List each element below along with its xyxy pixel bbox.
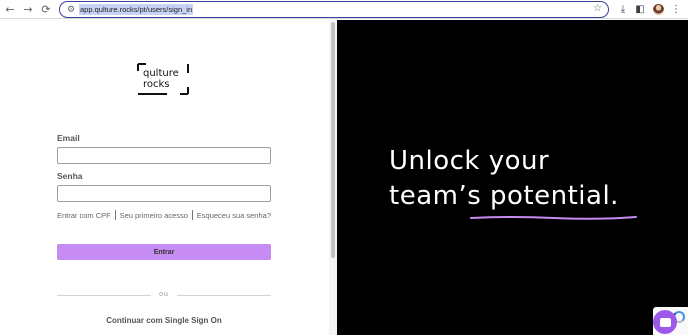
sso-button[interactable]: Continuar com Single Sign On	[57, 316, 271, 325]
hero-line-2: team’s potential.	[389, 181, 619, 211]
auth-links: Entrar com CPF Seu primeiro acesso Esque…	[57, 210, 271, 220]
hero-underline-decoration	[470, 216, 637, 220]
email-field[interactable]	[57, 147, 271, 164]
side-panel-icon[interactable]: ◧	[632, 0, 648, 19]
email-label: Email	[57, 133, 80, 143]
forgot-password-link[interactable]: Esqueceu sua senha?	[197, 211, 271, 220]
url-text[interactable]: app.qulture.rocks/pt/users/sign_in	[79, 4, 194, 15]
divider-left	[57, 295, 151, 296]
bookmark-star-icon[interactable]: ☆	[593, 3, 602, 14]
profile-avatar[interactable]	[653, 4, 664, 15]
site-settings-icon[interactable]: ⚙	[63, 5, 79, 15]
hero-panel: Unlock your team’s potential.	[337, 20, 688, 335]
scrollbar-thumb[interactable]	[331, 22, 335, 258]
download-icon[interactable]: ⤓	[615, 0, 631, 19]
menu-kebab-icon[interactable]: ⋮	[668, 0, 684, 19]
cpf-login-link[interactable]: Entrar com CPF	[57, 211, 111, 220]
first-access-link[interactable]: Seu primeiro acesso	[120, 211, 188, 220]
address-bar[interactable]: ⚙ app.qulture.rocks/pt/users/sign_in ☆	[59, 1, 609, 18]
link-divider	[191, 210, 193, 220]
chat-bubble-icon	[659, 317, 671, 327]
browser-toolbar: ← → ⟳ ⚙ app.qulture.rocks/pt/users/sign_…	[0, 0, 688, 19]
qulture-rocks-logo: qulture rocks	[137, 63, 189, 95]
logo-line1: qulture	[143, 68, 179, 79]
link-divider	[114, 210, 116, 220]
chat-launcher-button[interactable]	[653, 310, 677, 334]
login-panel: qulture rocks Email Senha Entrar com CPF…	[0, 20, 329, 335]
submit-button[interactable]: Entrar	[57, 244, 271, 260]
divider-right	[177, 295, 271, 296]
password-field[interactable]	[57, 185, 271, 202]
hero-headline: Unlock your team’s potential.	[389, 144, 619, 214]
reload-icon[interactable]: ⟳	[37, 0, 55, 19]
hero-line-1: Unlock your	[389, 146, 550, 176]
forward-arrow-icon[interactable]: →	[19, 0, 37, 19]
logo-line2: rocks	[143, 79, 170, 90]
password-label: Senha	[57, 171, 83, 181]
scrollbar[interactable]	[329, 20, 337, 335]
back-arrow-icon[interactable]: ←	[1, 0, 19, 19]
divider-text: ou	[159, 291, 169, 298]
